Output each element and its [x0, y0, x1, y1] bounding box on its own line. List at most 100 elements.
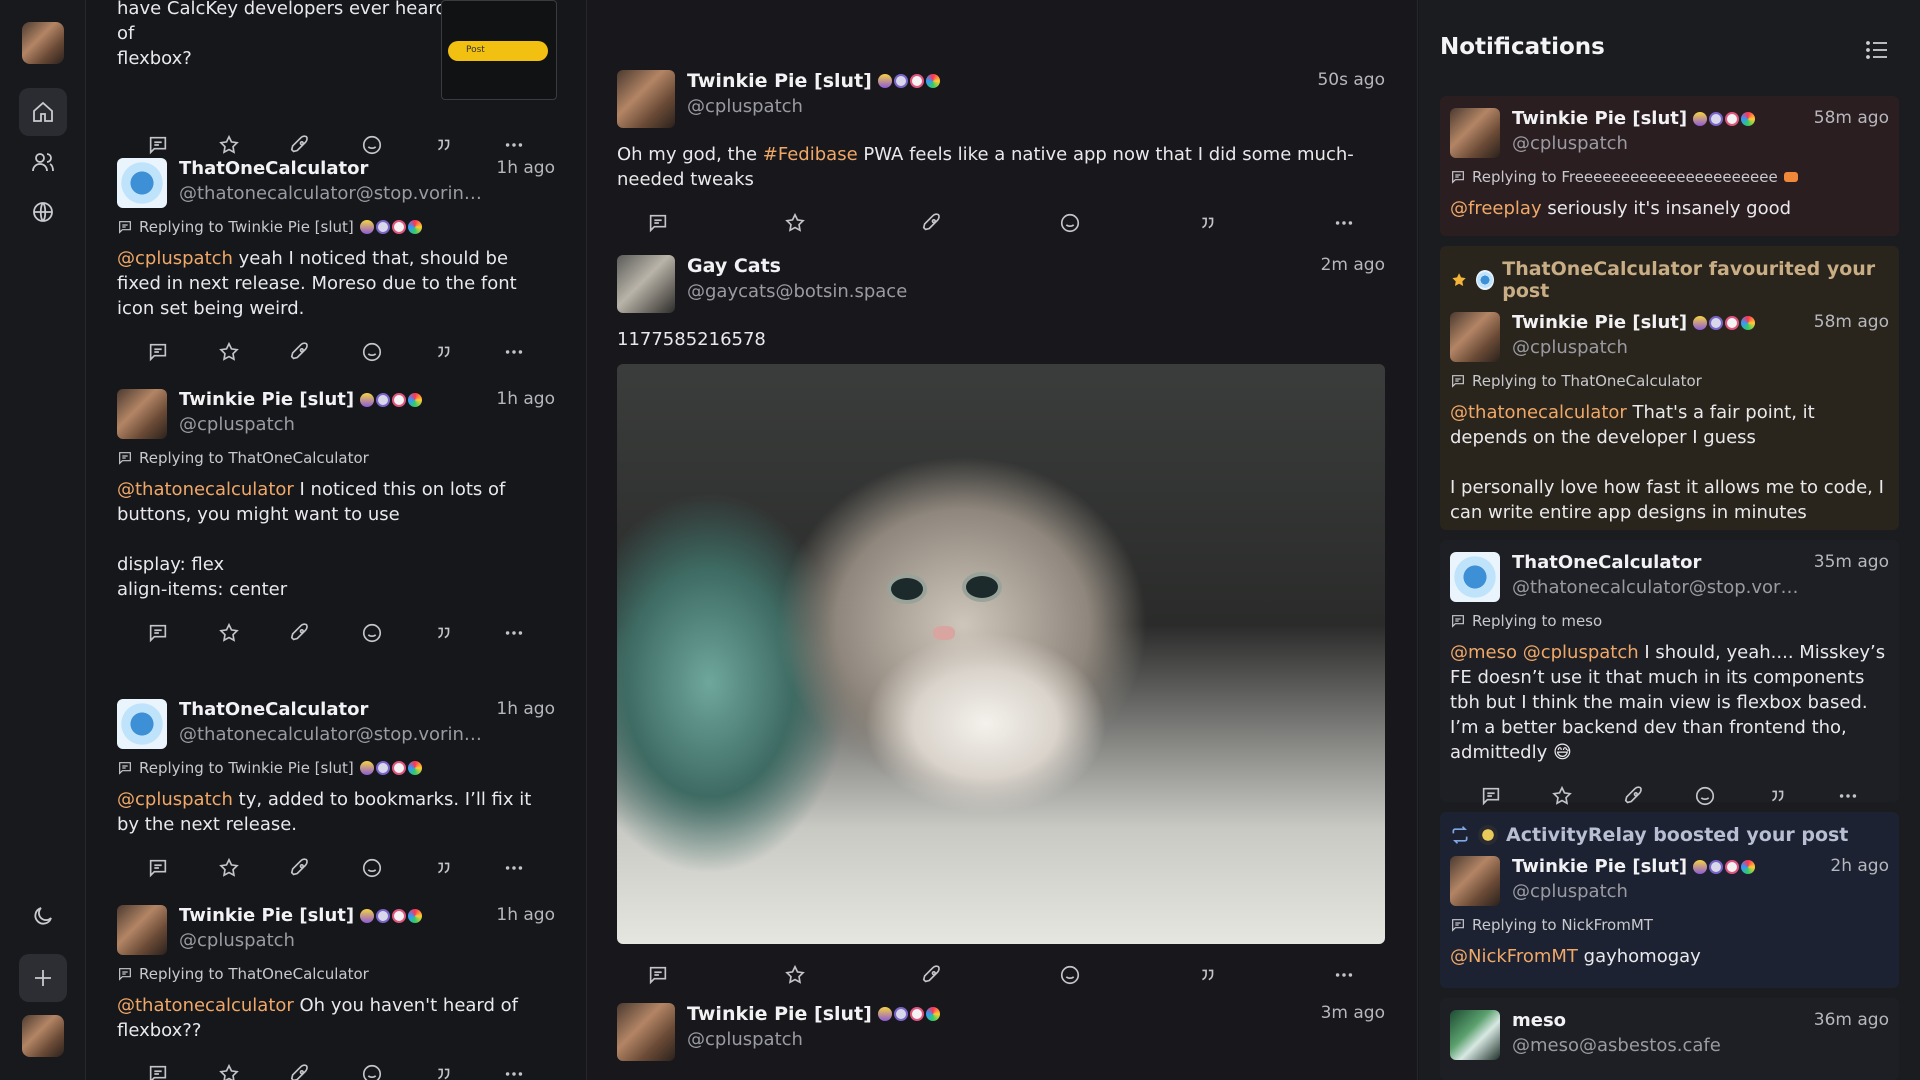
avatar[interactable]: [1450, 1010, 1500, 1060]
favourite-button[interactable]: [216, 132, 242, 158]
boost-button[interactable]: [919, 210, 945, 236]
post-time[interactable]: 1h ago: [496, 905, 555, 925]
mention-link[interactable]: @cpluspatch: [117, 248, 233, 269]
avatar[interactable]: [617, 1003, 675, 1061]
notification-item[interactable]: ThatOneCalculator @thatonecalculator@sto…: [1440, 540, 1899, 806]
post-time[interactable]: 58m ago: [1814, 108, 1889, 128]
more-button[interactable]: [501, 339, 527, 365]
display-name[interactable]: Twinkie Pie [slut]: [1512, 108, 1802, 129]
post[interactable]: ThatOneCalculator @thatonecalculator@sto…: [87, 158, 585, 365]
sidebar-item-social[interactable]: [19, 138, 67, 186]
more-button[interactable]: [1331, 210, 1357, 236]
favourite-button[interactable]: [782, 210, 808, 236]
more-button[interactable]: [501, 620, 527, 646]
hashtag-link[interactable]: #Fedibase: [763, 144, 858, 165]
avatar[interactable]: [617, 255, 675, 313]
quote-button[interactable]: [1194, 962, 1220, 988]
notification-item[interactable]: meso @meso@asbestos.cafe 36m ago: [1440, 998, 1899, 1080]
reply-button[interactable]: [145, 1061, 171, 1080]
more-button[interactable]: [501, 1061, 527, 1080]
handle[interactable]: @thatonecalculator@stop.voring....: [1512, 577, 1802, 598]
reply-context[interactable]: Replying to ThatOneCalculator: [1450, 372, 1889, 390]
mention-link[interactable]: @thatonecalculator: [1450, 402, 1627, 423]
quote-button[interactable]: [430, 132, 456, 158]
favourite-button[interactable]: [216, 1061, 242, 1080]
kitten-photo[interactable]: [617, 364, 1385, 944]
avatar[interactable]: [117, 158, 167, 208]
handle[interactable]: @cpluspatch: [179, 930, 484, 951]
favourite-button[interactable]: [216, 855, 242, 881]
quote-button[interactable]: [430, 339, 456, 365]
boost-button[interactable]: [287, 132, 313, 158]
more-button[interactable]: [501, 855, 527, 881]
handle[interactable]: @thatonecalculator@stop.voring.me: [179, 183, 484, 204]
favourite-button[interactable]: [782, 962, 808, 988]
reply-context[interactable]: Replying to NickFromMT: [1450, 916, 1889, 934]
post-time[interactable]: 50s ago: [1317, 70, 1385, 90]
boost-button[interactable]: [287, 1061, 313, 1080]
actor-avatar[interactable]: [1478, 825, 1498, 845]
post[interactable]: Twinkie Pie [slut] @cpluspatch 1h ago Re…: [87, 905, 585, 1080]
more-button[interactable]: [501, 132, 527, 158]
favourite-button[interactable]: [216, 339, 242, 365]
reply-context[interactable]: Replying to Freeeeeeeeeeeeeeeeeeeeee: [1450, 168, 1889, 186]
post[interactable]: Twinkie Pie [slut] @cpluspatch 50s ago O…: [587, 70, 1417, 236]
post[interactable]: Gay Cats @gaycats@botsin.space 2m ago 11…: [587, 255, 1417, 988]
post-time[interactable]: 58m ago: [1814, 312, 1889, 332]
quote-button[interactable]: [430, 620, 456, 646]
avatar[interactable]: [1450, 108, 1500, 158]
compose-button[interactable]: [19, 954, 67, 1002]
react-button[interactable]: [359, 339, 385, 365]
post-time[interactable]: 2m ago: [1321, 255, 1385, 275]
sidebar-profile-avatar[interactable]: [22, 1015, 64, 1057]
reply-button[interactable]: [1478, 783, 1504, 809]
reply-context[interactable]: Replying to Twinkie Pie [slut]: [117, 759, 555, 777]
more-button[interactable]: [1835, 783, 1861, 809]
post-time[interactable]: 2h ago: [1830, 856, 1889, 876]
handle[interactable]: @cpluspatch: [687, 1029, 1309, 1050]
handle[interactable]: @cpluspatch: [1512, 881, 1818, 902]
post-time[interactable]: 1h ago: [496, 699, 555, 719]
react-button[interactable]: [359, 132, 385, 158]
react-button[interactable]: [359, 620, 385, 646]
actor-avatar[interactable]: [1476, 270, 1495, 290]
handle[interactable]: @meso@asbestos.cafe: [1512, 1035, 1802, 1056]
display-name[interactable]: Twinkie Pie [slut]: [687, 1003, 1309, 1025]
post-time[interactable]: 36m ago: [1814, 1010, 1889, 1030]
post[interactable]: Twinkie Pie [slut] @cpluspatch 1h ago Re…: [87, 389, 585, 646]
sidebar-item-global[interactable]: [19, 188, 67, 236]
display-name[interactable]: Twinkie Pie [slut]: [687, 70, 1305, 92]
post-time[interactable]: 1h ago: [496, 389, 555, 409]
handle[interactable]: @cpluspatch: [179, 414, 484, 435]
post-time[interactable]: 1h ago: [496, 158, 555, 178]
mention-link[interactable]: @NickFromMT: [1450, 946, 1578, 967]
post[interactable]: Twinkie Pie [slut] @cpluspatch 3m ago: [587, 1003, 1417, 1061]
list-filter-icon[interactable]: [1864, 38, 1890, 62]
reply-button[interactable]: [145, 855, 171, 881]
reply-button[interactable]: [645, 962, 671, 988]
sidebar-item-home[interactable]: [19, 88, 67, 136]
display-name[interactable]: ThatOneCalculator: [179, 158, 484, 179]
boost-button[interactable]: [287, 620, 313, 646]
handle[interactable]: @cpluspatch: [687, 96, 1305, 117]
react-button[interactable]: [1057, 210, 1083, 236]
post-time[interactable]: 35m ago: [1814, 552, 1889, 572]
boost-button[interactable]: [287, 855, 313, 881]
avatar[interactable]: [617, 70, 675, 128]
handle[interactable]: @cpluspatch: [1512, 337, 1802, 358]
display-name[interactable]: Twinkie Pie [slut]: [1512, 312, 1802, 333]
boost-button[interactable]: [1621, 783, 1647, 809]
avatar[interactable]: [117, 699, 167, 749]
handle[interactable]: @gaycats@botsin.space: [687, 281, 1309, 302]
post[interactable]: ThatOneCalculator @thatonecalculator@sto…: [87, 699, 585, 881]
post-time[interactable]: 3m ago: [1321, 1003, 1385, 1023]
notification-item[interactable]: ThatOneCalculator favourited your post T…: [1440, 246, 1899, 530]
boost-button[interactable]: [919, 962, 945, 988]
reply-context[interactable]: Replying to Twinkie Pie [slut]: [117, 218, 555, 236]
reply-button[interactable]: [145, 132, 171, 158]
avatar[interactable]: [117, 905, 167, 955]
quote-button[interactable]: [1194, 210, 1220, 236]
react-button[interactable]: [359, 1061, 385, 1080]
display-name[interactable]: ThatOneCalculator: [1512, 552, 1802, 573]
mention-link[interactable]: @thatonecalculator: [117, 995, 294, 1016]
